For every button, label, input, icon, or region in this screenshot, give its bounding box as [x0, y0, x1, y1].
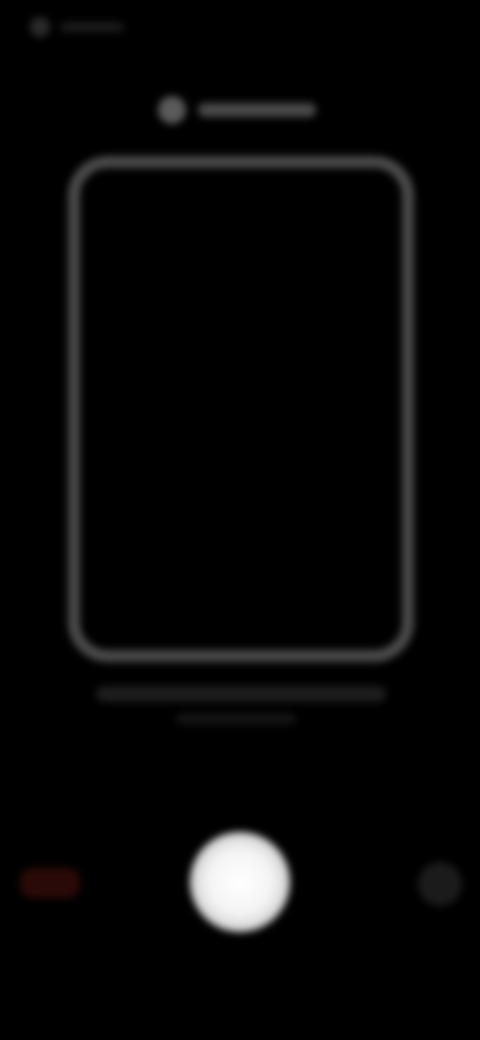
top-left-label — [60, 22, 124, 32]
frame-shadow-secondary — [176, 714, 296, 724]
flip-camera-button[interactable] — [418, 862, 462, 906]
info-icon — [158, 96, 186, 124]
shutter-button[interactable] — [190, 832, 290, 932]
top-left-chip[interactable] — [30, 14, 130, 40]
scan-frame — [68, 156, 414, 662]
hint-pill — [156, 92, 326, 128]
flash-button[interactable] — [20, 868, 80, 898]
camera-screen — [0, 0, 480, 1040]
back-icon[interactable] — [30, 17, 50, 37]
hint-text — [198, 103, 316, 117]
frame-shadow — [96, 686, 386, 702]
